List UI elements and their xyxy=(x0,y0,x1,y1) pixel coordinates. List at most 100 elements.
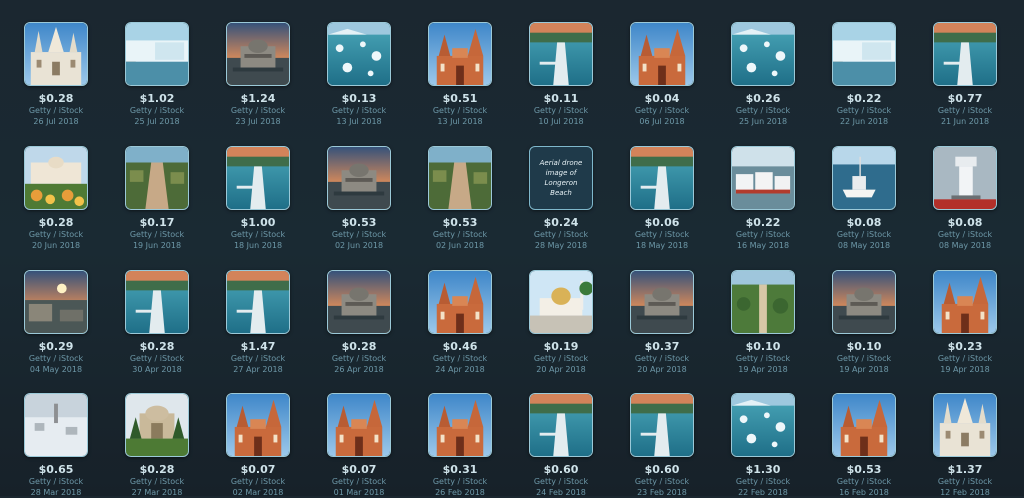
photo-thumbnail[interactable] xyxy=(630,393,694,457)
photo-tile[interactable]: $0.22 Getty / iStock 22 Jun 2018 xyxy=(816,22,912,127)
photo-thumbnail[interactable] xyxy=(529,270,593,334)
source-label: Getty / iStock xyxy=(533,106,589,115)
photo-tile[interactable]: $0.08 Getty / iStock 08 May 2018 xyxy=(816,146,912,251)
price-label: $0.24 xyxy=(543,216,579,229)
photo-thumbnail[interactable] xyxy=(125,22,189,86)
price-label: $0.28 xyxy=(38,216,74,229)
price-label: $0.53 xyxy=(846,463,882,476)
photo-thumbnail[interactable] xyxy=(731,393,795,457)
date-label: 04 May 2018 xyxy=(29,365,83,374)
date-label: 19 Apr 2018 xyxy=(940,365,990,374)
photo-thumbnail[interactable] xyxy=(125,393,189,457)
photo-tile[interactable]: $0.60 Getty / iStock 24 Feb 2018 xyxy=(513,393,609,498)
date-label: 27 Apr 2018 xyxy=(233,365,283,374)
photo-thumbnail[interactable] xyxy=(226,270,290,334)
photo-tile[interactable]: $0.53 Getty / iStock 02 Jun 2018 xyxy=(311,146,407,251)
price-label: $0.11 xyxy=(543,92,579,105)
photo-tile[interactable]: $0.11 Getty / iStock 10 Jul 2018 xyxy=(513,22,609,127)
photo-tile[interactable]: $0.53 Getty / iStock 16 Feb 2018 xyxy=(816,393,912,498)
photo-tile[interactable]: $0.28 Getty / iStock 30 Apr 2018 xyxy=(109,270,205,375)
photo-thumbnail[interactable]: Aerial drone image of Longeron Beach xyxy=(529,146,593,210)
photo-thumbnail[interactable] xyxy=(125,270,189,334)
photo-thumbnail[interactable] xyxy=(226,22,290,86)
photo-thumbnail[interactable] xyxy=(832,146,896,210)
photo-thumbnail[interactable] xyxy=(630,270,694,334)
photo-tile[interactable]: $0.26 Getty / iStock 25 Jun 2018 xyxy=(715,22,811,127)
photo-tile[interactable]: $0.28 Getty / iStock 20 Jun 2018 xyxy=(8,146,104,251)
photo-tile[interactable]: $0.19 Getty / iStock 20 Apr 2018 xyxy=(513,270,609,375)
photo-thumbnail[interactable] xyxy=(630,22,694,86)
photo-thumbnail[interactable] xyxy=(529,393,593,457)
photo-thumbnail[interactable] xyxy=(731,22,795,86)
photo-thumbnail[interactable] xyxy=(933,393,997,457)
date-label: 27 Mar 2018 xyxy=(131,488,183,497)
date-label: 06 Jul 2018 xyxy=(639,117,685,126)
price-label: $0.28 xyxy=(139,340,175,353)
photo-tile[interactable]: Aerial drone image of Longeron Beach $0.2… xyxy=(513,146,609,251)
price-label: $0.22 xyxy=(745,216,781,229)
photo-tile[interactable]: $1.02 Getty / iStock 25 Jul 2018 xyxy=(109,22,205,127)
photo-tile[interactable]: $0.28 Getty / iStock 26 Apr 2018 xyxy=(311,270,407,375)
photo-thumbnail[interactable] xyxy=(226,146,290,210)
photo-tile[interactable]: $0.37 Getty / iStock 20 Apr 2018 xyxy=(614,270,710,375)
photo-thumbnail[interactable] xyxy=(832,393,896,457)
source-label: Getty / iStock xyxy=(230,106,286,115)
photo-tile[interactable]: $0.23 Getty / iStock 19 Apr 2018 xyxy=(917,270,1013,375)
photo-thumbnail[interactable] xyxy=(226,393,290,457)
photo-tile[interactable]: $0.53 Getty / iStock 02 Jun 2018 xyxy=(412,146,508,251)
photo-tile[interactable]: $0.28 Getty / iStock 26 Jul 2018 xyxy=(8,22,104,127)
photo-tile[interactable]: $0.10 Getty / iStock 19 Apr 2018 xyxy=(816,270,912,375)
date-label: 26 Jul 2018 xyxy=(33,117,79,126)
photo-thumbnail[interactable] xyxy=(24,270,88,334)
photo-thumbnail[interactable] xyxy=(933,22,997,86)
source-label: Getty / iStock xyxy=(634,477,690,486)
photo-tile[interactable]: $0.29 Getty / iStock 04 May 2018 xyxy=(8,270,104,375)
photo-thumbnail[interactable] xyxy=(731,270,795,334)
photo-thumbnail[interactable] xyxy=(933,146,997,210)
source-label: Getty / iStock xyxy=(129,354,185,363)
photo-tile[interactable]: $0.06 Getty / iStock 18 May 2018 xyxy=(614,146,710,251)
photo-tile[interactable]: $1.47 Getty / iStock 27 Apr 2018 xyxy=(210,270,306,375)
photo-thumbnail[interactable] xyxy=(327,146,391,210)
photo-tile[interactable]: $0.22 Getty / iStock 16 May 2018 xyxy=(715,146,811,251)
photo-tile[interactable]: $0.17 Getty / iStock 19 Jun 2018 xyxy=(109,146,205,251)
photo-tile[interactable]: $0.65 Getty / iStock 28 Mar 2018 xyxy=(8,393,104,498)
photo-tile[interactable]: $0.08 Getty / iStock 08 May 2018 xyxy=(917,146,1013,251)
photo-thumbnail[interactable] xyxy=(832,22,896,86)
date-label: 19 Apr 2018 xyxy=(839,365,889,374)
photo-thumbnail[interactable] xyxy=(327,270,391,334)
photo-tile[interactable]: $0.28 Getty / iStock 27 Mar 2018 xyxy=(109,393,205,498)
photo-tile[interactable]: $0.07 Getty / iStock 02 Mar 2018 xyxy=(210,393,306,498)
source-label: Getty / iStock xyxy=(129,477,185,486)
photo-thumbnail[interactable] xyxy=(731,146,795,210)
photo-thumbnail[interactable] xyxy=(428,270,492,334)
photo-tile[interactable]: $0.10 Getty / iStock 19 Apr 2018 xyxy=(715,270,811,375)
photo-tile[interactable]: $1.37 Getty / iStock 12 Feb 2018 xyxy=(917,393,1013,498)
photo-tile[interactable]: $0.07 Getty / iStock 01 Mar 2018 xyxy=(311,393,407,498)
photo-thumbnail[interactable] xyxy=(327,393,391,457)
photo-tile[interactable]: $0.51 Getty / iStock 13 Jul 2018 xyxy=(412,22,508,127)
photo-thumbnail[interactable] xyxy=(529,22,593,86)
photo-tile[interactable]: $0.04 Getty / iStock 06 Jul 2018 xyxy=(614,22,710,127)
photo-thumbnail[interactable] xyxy=(125,146,189,210)
photo-tile[interactable]: $1.00 Getty / iStock 18 Jun 2018 xyxy=(210,146,306,251)
date-label: 01 Mar 2018 xyxy=(333,488,385,497)
price-label: $0.46 xyxy=(442,340,478,353)
photo-thumbnail[interactable] xyxy=(832,270,896,334)
photo-thumbnail[interactable] xyxy=(24,22,88,86)
photo-tile[interactable]: $0.77 Getty / iStock 21 Jun 2018 xyxy=(917,22,1013,127)
photo-tile[interactable]: $0.31 Getty / iStock 26 Feb 2018 xyxy=(412,393,508,498)
photo-tile[interactable]: $1.24 Getty / iStock 23 Jul 2018 xyxy=(210,22,306,127)
photo-tile[interactable]: $0.60 Getty / iStock 23 Feb 2018 xyxy=(614,393,710,498)
photo-thumbnail[interactable] xyxy=(428,393,492,457)
photo-thumbnail[interactable] xyxy=(327,22,391,86)
photo-thumbnail[interactable] xyxy=(24,393,88,457)
photo-thumbnail[interactable] xyxy=(428,146,492,210)
photo-thumbnail[interactable] xyxy=(630,146,694,210)
photo-thumbnail[interactable] xyxy=(933,270,997,334)
photo-tile[interactable]: $0.13 Getty / iStock 13 Jul 2018 xyxy=(311,22,407,127)
photo-thumbnail[interactable] xyxy=(24,146,88,210)
photo-tile[interactable]: $0.46 Getty / iStock 24 Apr 2018 xyxy=(412,270,508,375)
photo-tile[interactable]: $1.30 Getty / iStock 22 Feb 2018 xyxy=(715,393,811,498)
photo-thumbnail[interactable] xyxy=(428,22,492,86)
